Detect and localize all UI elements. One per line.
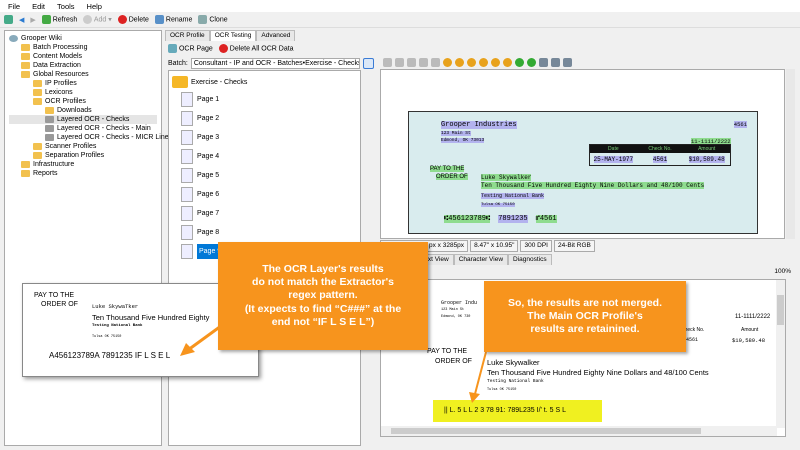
callout-results-not-merged: So, the results are not merged. The Main …	[484, 281, 686, 352]
callout-text-line: The OCR Layer's results	[262, 263, 384, 276]
callout-arrows	[180, 316, 487, 403]
callout-text-line: (It expects to find “C###” at the	[244, 302, 402, 315]
callout-text-line: The Main OCR Profile's	[527, 309, 643, 322]
callout-text-line: So, the results are not merged.	[507, 296, 663, 309]
callout-text-line: results are retainined.	[530, 323, 640, 336]
callout-ocr-layer-mismatch: The OCR Layer's results do not match the …	[218, 242, 428, 350]
callout-text-line: regex pattern.	[288, 289, 358, 302]
callout-text-line: end not “IF L S E L”)	[271, 315, 375, 328]
callout-text-line: do not match the Extractor's	[252, 276, 394, 289]
arrow-right-head	[469, 392, 480, 403]
arrow-right	[474, 351, 487, 395]
